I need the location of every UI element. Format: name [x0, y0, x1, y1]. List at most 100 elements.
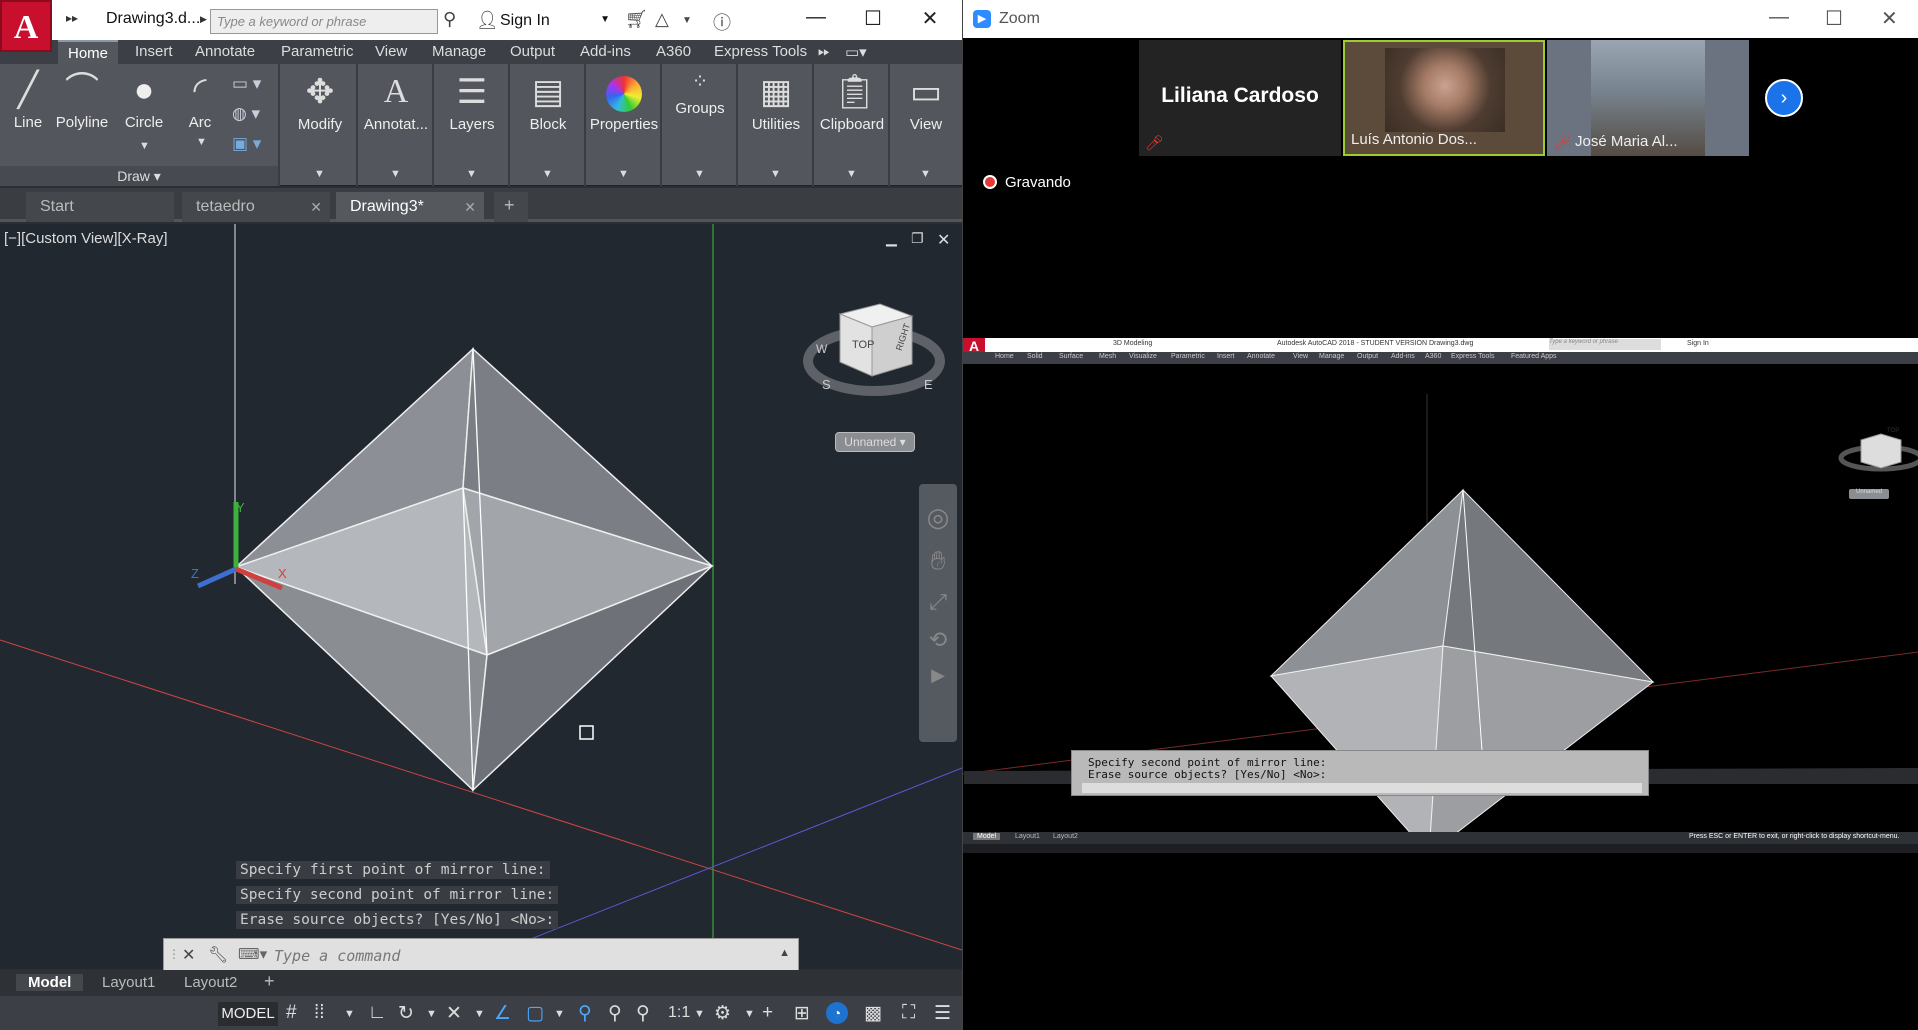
chevron-down-icon[interactable]: ▼: [466, 168, 477, 180]
compass-w-label[interactable]: W: [816, 342, 827, 356]
prompt-icon[interactable]: ⌨▾: [238, 945, 267, 963]
tab-model[interactable]: Model: [16, 974, 84, 991]
arc-button[interactable]: ◜ Arc: [178, 70, 222, 131]
chevron-down-icon[interactable]: ▼: [744, 1008, 755, 1020]
maximize-button[interactable]: ☐: [853, 6, 893, 31]
region-tool-icon[interactable]: ▣ ▾: [232, 134, 261, 154]
new-tab-button[interactable]: +: [494, 192, 528, 222]
ribbon-toggle-icon[interactable]: ▭▾: [845, 43, 867, 61]
chevron-down-icon[interactable]: ▼: [694, 1008, 705, 1020]
grip-handle-icon[interactable]: ⋮: [168, 947, 180, 961]
participant-tile[interactable]: 🎤︎ José Maria Al...: [1547, 40, 1749, 156]
close-viewport-icon[interactable]: ✕: [937, 230, 950, 250]
close-button[interactable]: ✕: [910, 6, 950, 31]
tab-annotate[interactable]: Annotate: [195, 43, 255, 60]
add-layout-button[interactable]: +: [264, 971, 275, 992]
hatch-tool-icon[interactable]: ◍ ▾: [232, 104, 260, 124]
view-name-dropdown[interactable]: Unnamed ▾: [835, 432, 915, 452]
cart-icon[interactable]: 🛒︎: [625, 9, 648, 30]
tab-output[interactable]: Output: [510, 43, 555, 60]
hardware-acceleration-icon[interactable]: ◔: [826, 1002, 848, 1024]
a360-icon[interactable]: △: [655, 9, 669, 30]
showmotion-icon[interactable]: ▶: [919, 665, 957, 686]
chevron-down-icon[interactable]: ▼: [770, 168, 781, 180]
customization-menu-icon[interactable]: ☰: [934, 1002, 951, 1025]
viewcube-top-label[interactable]: TOP: [852, 339, 874, 351]
groups-button[interactable]: ⁘ Groups: [662, 68, 738, 117]
pan-icon[interactable]: ✋︎: [919, 545, 957, 577]
minimize-button[interactable]: —: [1769, 6, 1789, 29]
search-expand-icon[interactable]: ▶: [200, 14, 207, 25]
more-tabs-icon[interactable]: ⏩︎: [818, 43, 830, 60]
orbit-icon[interactable]: ⟲: [919, 627, 957, 653]
zoom-extents-icon[interactable]: ⤢: [919, 589, 957, 615]
minimize-viewport-icon[interactable]: ▁: [886, 230, 897, 247]
tab-parametric[interactable]: Parametric: [281, 43, 354, 60]
chevron-down-icon[interactable]: ▼: [846, 168, 857, 180]
layers-button[interactable]: ☰ Layers: [434, 72, 510, 133]
clipboard-button[interactable]: 📋︎ Clipboard: [814, 72, 890, 133]
autocad-logo-button[interactable]: A: [0, 0, 52, 52]
chevron-down-icon[interactable]: ▼: [618, 168, 629, 180]
chevron-down-icon[interactable]: ▼: [554, 1008, 565, 1020]
gear-icon[interactable]: ⚙: [714, 1002, 731, 1025]
annotation-scale-value[interactable]: 1:1: [668, 1004, 690, 1022]
fullscreen-icon[interactable]: ⛶: [902, 1002, 915, 1024]
clean-screen-icon[interactable]: ▩: [864, 1002, 882, 1025]
view-button[interactable]: ▭ View: [890, 72, 962, 133]
compass-e-label[interactable]: E: [924, 377, 933, 392]
chevron-down-icon[interactable]: ▼: [344, 1008, 355, 1020]
maximize-button[interactable]: ☐: [1825, 6, 1843, 31]
circle-button[interactable]: ● Circle: [118, 70, 170, 131]
tab-home[interactable]: Home: [58, 40, 119, 64]
line-button[interactable]: ╱ Line: [8, 70, 48, 131]
shared-screen[interactable]: A 3D Modeling Autodesk AutoCAD 2018 - ST…: [963, 338, 1918, 853]
doc-tab-drawing3[interactable]: Drawing3* ✕: [336, 192, 484, 222]
search-input[interactable]: Type a keyword or phrase: [210, 9, 438, 34]
annotation-visibility-icon[interactable]: ⚲: [578, 1002, 592, 1025]
chevron-down-icon[interactable]: ▼: [682, 15, 692, 26]
tab-insert[interactable]: Insert: [135, 43, 173, 60]
model-space-button[interactable]: MODEL: [218, 1002, 278, 1026]
chevron-down-icon[interactable]: ▼: [314, 168, 325, 180]
chevron-down-icon[interactable]: ▼: [139, 140, 150, 152]
chevron-down-icon[interactable]: ▼: [694, 168, 705, 180]
command-input[interactable]: Type a command: [274, 947, 400, 965]
tab-manage[interactable]: Manage: [432, 43, 486, 60]
plus-icon[interactable]: +: [762, 1002, 773, 1024]
chevron-down-icon[interactable]: ▼: [390, 168, 401, 180]
auto-scale-icon[interactable]: ⚲: [608, 1002, 622, 1025]
osnap-tracking-icon[interactable]: ✕: [446, 1002, 462, 1025]
chevron-down-icon[interactable]: ▼: [474, 1008, 485, 1020]
tab-view[interactable]: View: [375, 43, 407, 60]
tab-layout1[interactable]: Layout1: [102, 974, 155, 991]
properties-button[interactable]: Properties: [586, 72, 662, 133]
annotation-scale-icon[interactable]: ⚲: [636, 1002, 650, 1025]
annotation-button[interactable]: A Annotat...: [358, 72, 434, 133]
octahedron[interactable]: [233, 347, 715, 792]
snap-icon[interactable]: ⁞⁞: [314, 1002, 325, 1024]
compass-s-label[interactable]: S: [822, 377, 831, 392]
viewport-controls-label[interactable]: [−][Custom View][X-Ray]: [4, 230, 168, 247]
chevron-down-icon[interactable]: ▼: [196, 136, 207, 148]
block-button[interactable]: ▤ Block: [510, 72, 586, 133]
object-snap-icon[interactable]: ▢: [526, 1002, 544, 1025]
chevron-down-icon[interactable]: ▼: [920, 168, 931, 180]
modify-button[interactable]: ✥ Modify: [282, 72, 358, 133]
restore-viewport-icon[interactable]: ❐: [911, 230, 924, 247]
grid-icon[interactable]: #: [286, 1002, 297, 1024]
doc-tab-start[interactable]: Start: [26, 192, 174, 222]
tab-a360[interactable]: A360: [656, 43, 691, 60]
ortho-icon[interactable]: ∟: [368, 1002, 387, 1024]
tab-layout2[interactable]: Layout2: [184, 974, 237, 991]
wrench-icon[interactable]: 🔧︎: [208, 945, 228, 965]
polyline-button[interactable]: ⌒ Polyline: [54, 70, 110, 131]
chevron-down-icon[interactable]: ▼: [542, 168, 553, 180]
participant-tile[interactable]: Liliana Cardoso 🎤︎: [1139, 40, 1341, 156]
draw-panel-title[interactable]: Draw ▾: [0, 166, 278, 186]
tab-add-ins[interactable]: Add-ins: [580, 43, 631, 60]
next-page-button[interactable]: ›: [1765, 79, 1803, 117]
tab-express-tools[interactable]: Express Tools: [714, 43, 807, 60]
lineweight-icon[interactable]: ∠: [494, 1002, 511, 1025]
recording-indicator[interactable]: Gravando: [983, 174, 1071, 191]
